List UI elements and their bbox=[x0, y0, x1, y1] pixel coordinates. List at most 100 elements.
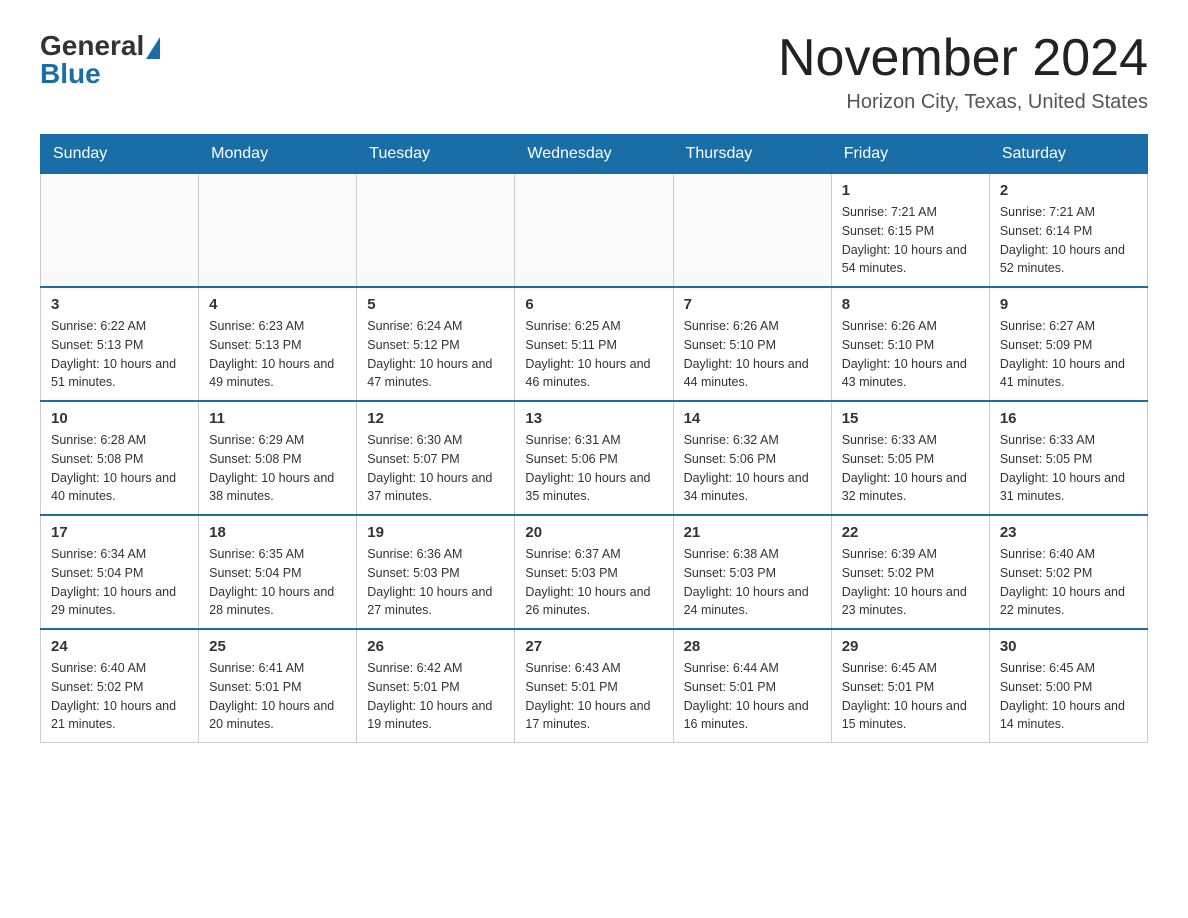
day-number: 4 bbox=[209, 296, 346, 313]
logo-triangle-icon bbox=[146, 37, 160, 59]
column-header-wednesday: Wednesday bbox=[515, 135, 673, 174]
day-number: 26 bbox=[367, 638, 504, 655]
day-number: 12 bbox=[367, 410, 504, 427]
page-header: General Blue November 2024 Horizon City,… bbox=[40, 30, 1148, 114]
day-info: Sunrise: 6:22 AM Sunset: 5:13 PM Dayligh… bbox=[51, 317, 188, 392]
calendar-cell: 24 Sunrise: 6:40 AM Sunset: 5:02 PM Dayli… bbox=[41, 629, 199, 743]
calendar-cell: 2 Sunrise: 7:21 AM Sunset: 6:14 PM Daylig… bbox=[989, 174, 1147, 288]
day-info: Sunrise: 6:35 AM Sunset: 5:04 PM Dayligh… bbox=[209, 545, 346, 620]
day-info: Sunrise: 6:41 AM Sunset: 5:01 PM Dayligh… bbox=[209, 659, 346, 734]
day-info: Sunrise: 7:21 AM Sunset: 6:15 PM Dayligh… bbox=[842, 203, 979, 278]
day-number: 2 bbox=[1000, 182, 1137, 199]
calendar-cell bbox=[41, 174, 199, 288]
day-number: 8 bbox=[842, 296, 979, 313]
day-number: 3 bbox=[51, 296, 188, 313]
location-text: Horizon City, Texas, United States bbox=[778, 91, 1148, 114]
day-info: Sunrise: 6:24 AM Sunset: 5:12 PM Dayligh… bbox=[367, 317, 504, 392]
column-header-monday: Monday bbox=[199, 135, 357, 174]
calendar-cell: 19 Sunrise: 6:36 AM Sunset: 5:03 PM Dayli… bbox=[357, 515, 515, 629]
day-info: Sunrise: 6:39 AM Sunset: 5:02 PM Dayligh… bbox=[842, 545, 979, 620]
day-info: Sunrise: 6:33 AM Sunset: 5:05 PM Dayligh… bbox=[1000, 431, 1137, 506]
calendar-week-row: 10 Sunrise: 6:28 AM Sunset: 5:08 PM Dayli… bbox=[41, 401, 1148, 515]
day-info: Sunrise: 6:30 AM Sunset: 5:07 PM Dayligh… bbox=[367, 431, 504, 506]
month-title: November 2024 bbox=[778, 30, 1148, 87]
day-number: 27 bbox=[525, 638, 662, 655]
day-info: Sunrise: 6:45 AM Sunset: 5:01 PM Dayligh… bbox=[842, 659, 979, 734]
calendar-cell: 27 Sunrise: 6:43 AM Sunset: 5:01 PM Dayli… bbox=[515, 629, 673, 743]
day-info: Sunrise: 6:29 AM Sunset: 5:08 PM Dayligh… bbox=[209, 431, 346, 506]
day-info: Sunrise: 6:27 AM Sunset: 5:09 PM Dayligh… bbox=[1000, 317, 1137, 392]
day-info: Sunrise: 6:38 AM Sunset: 5:03 PM Dayligh… bbox=[684, 545, 821, 620]
day-number: 30 bbox=[1000, 638, 1137, 655]
day-number: 28 bbox=[684, 638, 821, 655]
day-info: Sunrise: 6:31 AM Sunset: 5:06 PM Dayligh… bbox=[525, 431, 662, 506]
day-number: 24 bbox=[51, 638, 188, 655]
calendar-cell: 14Sunrise: 6:32 AM Sunset: 5:06 PM Dayli… bbox=[673, 401, 831, 515]
day-number: 19 bbox=[367, 524, 504, 541]
title-section: November 2024 Horizon City, Texas, Unite… bbox=[778, 30, 1148, 114]
calendar-cell: 21 Sunrise: 6:38 AM Sunset: 5:03 PM Dayli… bbox=[673, 515, 831, 629]
calendar-cell: 10 Sunrise: 6:28 AM Sunset: 5:08 PM Dayli… bbox=[41, 401, 199, 515]
calendar-cell: 25 Sunrise: 6:41 AM Sunset: 5:01 PM Dayli… bbox=[199, 629, 357, 743]
day-number: 29 bbox=[842, 638, 979, 655]
calendar-cell: 13 Sunrise: 6:31 AM Sunset: 5:06 PM Dayli… bbox=[515, 401, 673, 515]
calendar-cell: 16 Sunrise: 6:33 AM Sunset: 5:05 PM Dayli… bbox=[989, 401, 1147, 515]
day-info: Sunrise: 6:44 AM Sunset: 5:01 PM Dayligh… bbox=[684, 659, 821, 734]
day-number: 23 bbox=[1000, 524, 1137, 541]
column-header-friday: Friday bbox=[831, 135, 989, 174]
logo-blue-text: Blue bbox=[40, 58, 101, 90]
day-number: 6 bbox=[525, 296, 662, 313]
calendar-cell bbox=[673, 174, 831, 288]
day-info: Sunrise: 6:23 AM Sunset: 5:13 PM Dayligh… bbox=[209, 317, 346, 392]
calendar-cell: 9 Sunrise: 6:27 AM Sunset: 5:09 PM Daylig… bbox=[989, 287, 1147, 401]
day-info: Sunrise: 6:43 AM Sunset: 5:01 PM Dayligh… bbox=[525, 659, 662, 734]
day-number: 20 bbox=[525, 524, 662, 541]
day-number: 21 bbox=[684, 524, 821, 541]
day-number: 13 bbox=[525, 410, 662, 427]
calendar-cell: 6 Sunrise: 6:25 AM Sunset: 5:11 PM Daylig… bbox=[515, 287, 673, 401]
calendar-cell: 15Sunrise: 6:33 AM Sunset: 5:05 PM Dayli… bbox=[831, 401, 989, 515]
calendar-cell: 12 Sunrise: 6:30 AM Sunset: 5:07 PM Dayli… bbox=[357, 401, 515, 515]
calendar-cell: 1Sunrise: 7:21 AM Sunset: 6:15 PM Daylig… bbox=[831, 174, 989, 288]
day-info: Sunrise: 7:21 AM Sunset: 6:14 PM Dayligh… bbox=[1000, 203, 1137, 278]
calendar-week-row: 24 Sunrise: 6:40 AM Sunset: 5:02 PM Dayli… bbox=[41, 629, 1148, 743]
calendar-header-row: SundayMondayTuesdayWednesdayThursdayFrid… bbox=[41, 135, 1148, 174]
calendar-cell: 26 Sunrise: 6:42 AM Sunset: 5:01 PM Dayli… bbox=[357, 629, 515, 743]
column-header-tuesday: Tuesday bbox=[357, 135, 515, 174]
day-number: 25 bbox=[209, 638, 346, 655]
calendar-cell: 30Sunrise: 6:45 AM Sunset: 5:00 PM Dayli… bbox=[989, 629, 1147, 743]
calendar-cell: 8Sunrise: 6:26 AM Sunset: 5:10 PM Daylig… bbox=[831, 287, 989, 401]
day-number: 22 bbox=[842, 524, 979, 541]
calendar-cell: 22 Sunrise: 6:39 AM Sunset: 5:02 PM Dayli… bbox=[831, 515, 989, 629]
day-number: 10 bbox=[51, 410, 188, 427]
calendar-cell: 7Sunrise: 6:26 AM Sunset: 5:10 PM Daylig… bbox=[673, 287, 831, 401]
calendar-table: SundayMondayTuesdayWednesdayThursdayFrid… bbox=[40, 134, 1148, 743]
calendar-cell: 17 Sunrise: 6:34 AM Sunset: 5:04 PM Dayli… bbox=[41, 515, 199, 629]
day-info: Sunrise: 6:33 AM Sunset: 5:05 PM Dayligh… bbox=[842, 431, 979, 506]
day-info: Sunrise: 6:36 AM Sunset: 5:03 PM Dayligh… bbox=[367, 545, 504, 620]
calendar-cell: 3 Sunrise: 6:22 AM Sunset: 5:13 PM Daylig… bbox=[41, 287, 199, 401]
calendar-cell: 28 Sunrise: 6:44 AM Sunset: 5:01 PM Dayli… bbox=[673, 629, 831, 743]
day-info: Sunrise: 6:37 AM Sunset: 5:03 PM Dayligh… bbox=[525, 545, 662, 620]
calendar-cell: 23 Sunrise: 6:40 AM Sunset: 5:02 PM Dayli… bbox=[989, 515, 1147, 629]
day-info: Sunrise: 6:28 AM Sunset: 5:08 PM Dayligh… bbox=[51, 431, 188, 506]
calendar-week-row: 1Sunrise: 7:21 AM Sunset: 6:15 PM Daylig… bbox=[41, 174, 1148, 288]
day-info: Sunrise: 6:42 AM Sunset: 5:01 PM Dayligh… bbox=[367, 659, 504, 734]
day-info: Sunrise: 6:40 AM Sunset: 5:02 PM Dayligh… bbox=[51, 659, 188, 734]
calendar-week-row: 17 Sunrise: 6:34 AM Sunset: 5:04 PM Dayli… bbox=[41, 515, 1148, 629]
calendar-cell: 4 Sunrise: 6:23 AM Sunset: 5:13 PM Daylig… bbox=[199, 287, 357, 401]
day-info: Sunrise: 6:34 AM Sunset: 5:04 PM Dayligh… bbox=[51, 545, 188, 620]
day-info: Sunrise: 6:25 AM Sunset: 5:11 PM Dayligh… bbox=[525, 317, 662, 392]
calendar-cell bbox=[357, 174, 515, 288]
day-number: 11 bbox=[209, 410, 346, 427]
day-info: Sunrise: 6:32 AM Sunset: 5:06 PM Dayligh… bbox=[684, 431, 821, 506]
calendar-week-row: 3 Sunrise: 6:22 AM Sunset: 5:13 PM Daylig… bbox=[41, 287, 1148, 401]
column-header-thursday: Thursday bbox=[673, 135, 831, 174]
day-number: 16 bbox=[1000, 410, 1137, 427]
day-number: 9 bbox=[1000, 296, 1137, 313]
logo: General Blue bbox=[40, 30, 160, 90]
calendar-cell: 20 Sunrise: 6:37 AM Sunset: 5:03 PM Dayli… bbox=[515, 515, 673, 629]
day-number: 17 bbox=[51, 524, 188, 541]
day-info: Sunrise: 6:40 AM Sunset: 5:02 PM Dayligh… bbox=[1000, 545, 1137, 620]
day-number: 18 bbox=[209, 524, 346, 541]
